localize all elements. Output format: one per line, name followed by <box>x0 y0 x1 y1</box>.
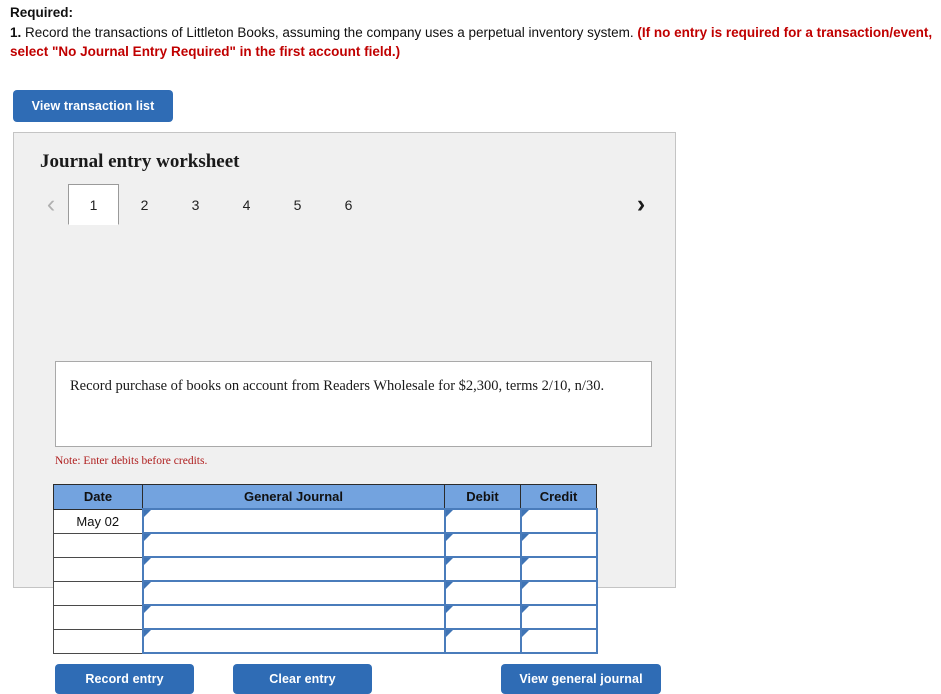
credit-amount-input[interactable] <box>519 532 598 558</box>
clear-entry-button[interactable]: Clear entry <box>233 664 372 694</box>
dropdown-marker-icon <box>143 630 151 637</box>
credit-amount-input[interactable] <box>519 628 598 654</box>
dropdown-marker-icon <box>445 582 453 589</box>
dropdown-marker-icon <box>521 558 529 565</box>
date-cell[interactable] <box>53 532 143 558</box>
credit-amount-input[interactable] <box>519 508 598 534</box>
credit-amount-input[interactable] <box>519 580 598 606</box>
dropdown-marker-icon <box>143 510 151 517</box>
table-row <box>53 532 598 558</box>
required-label: Required: <box>10 5 74 20</box>
dropdown-marker-icon <box>143 582 151 589</box>
table-row <box>53 604 598 630</box>
transaction-description-text: Record purchase of books on account from… <box>70 378 605 394</box>
dropdown-marker-icon <box>445 630 453 637</box>
debit-amount-input[interactable] <box>443 604 522 630</box>
transaction-description-box: Record purchase of books on account from… <box>55 361 652 447</box>
debit-amount-input[interactable] <box>443 532 522 558</box>
tab-1[interactable]: 1 <box>68 184 119 225</box>
debit-amount-input[interactable] <box>443 628 522 654</box>
dropdown-marker-icon <box>445 510 453 517</box>
dropdown-marker-icon <box>143 606 151 613</box>
credit-amount-input[interactable] <box>519 604 598 630</box>
column-header-debit: Debit <box>444 484 521 510</box>
dropdown-marker-icon <box>445 558 453 565</box>
chevron-left-icon[interactable]: ‹ <box>40 184 62 225</box>
general-journal-account-select[interactable] <box>141 532 446 558</box>
view-general-journal-button[interactable]: View general journal <box>501 664 661 694</box>
date-cell[interactable] <box>53 628 143 654</box>
dropdown-marker-icon <box>521 606 529 613</box>
date-cell[interactable] <box>53 580 143 606</box>
tab-2[interactable]: 2 <box>119 184 170 225</box>
tab-4[interactable]: 4 <box>221 184 272 225</box>
tab-6[interactable]: 6 <box>323 184 374 225</box>
worksheet-title: Journal entry worksheet <box>40 151 240 172</box>
general-journal-account-select[interactable] <box>141 604 446 630</box>
debit-amount-input[interactable] <box>443 508 522 534</box>
date-cell[interactable] <box>53 556 143 582</box>
tab-3[interactable]: 3 <box>170 184 221 225</box>
dropdown-marker-icon <box>445 534 453 541</box>
dropdown-marker-icon <box>521 510 529 517</box>
column-header-date: Date <box>53 484 143 510</box>
general-journal-account-select[interactable] <box>141 580 446 606</box>
general-journal-account-select[interactable] <box>141 556 446 582</box>
debits-before-credits-note: Note: Enter debits before credits. <box>55 455 208 467</box>
table-row <box>53 556 598 582</box>
required-instructions: Required: 1. Record the transactions of … <box>10 4 935 61</box>
requirement-number: 1. <box>10 25 22 40</box>
required-statement: 1. Record the transactions of Littleton … <box>10 23 935 61</box>
tab-5[interactable]: 5 <box>272 184 323 225</box>
chevron-right-icon[interactable]: › <box>630 184 652 225</box>
dropdown-marker-icon <box>521 582 529 589</box>
worksheet-tab-strip: ‹ 1 2 3 4 5 6 › <box>40 184 652 225</box>
general-journal-account-select[interactable] <box>141 628 446 654</box>
record-entry-button[interactable]: Record entry <box>55 664 194 694</box>
dropdown-marker-icon <box>521 534 529 541</box>
date-cell[interactable] <box>53 604 143 630</box>
debit-amount-input[interactable] <box>443 556 522 582</box>
dropdown-marker-icon <box>143 534 151 541</box>
journal-entry-worksheet-panel: Journal entry worksheet ‹ 1 2 3 4 5 6 › … <box>13 132 676 694</box>
column-header-general-journal: General Journal <box>142 484 445 510</box>
general-journal-account-select[interactable] <box>141 508 446 534</box>
credit-amount-input[interactable] <box>519 556 598 582</box>
table-row: May 02 <box>53 508 598 534</box>
dropdown-marker-icon <box>445 606 453 613</box>
worksheet-tabs: 1 2 3 4 5 6 <box>68 184 374 225</box>
debit-amount-input[interactable] <box>443 580 522 606</box>
requirement-text: Record the transactions of Littleton Boo… <box>21 25 638 40</box>
table-row <box>53 628 598 654</box>
table-header-row: Date General Journal Debit Credit <box>53 484 597 510</box>
column-header-credit: Credit <box>520 484 597 510</box>
date-cell[interactable]: May 02 <box>53 508 143 534</box>
dropdown-marker-icon <box>143 558 151 565</box>
dropdown-marker-icon <box>521 630 529 637</box>
view-transaction-list-button[interactable]: View transaction list <box>13 90 173 122</box>
table-row <box>53 580 598 606</box>
journal-entry-table: Date General Journal Debit Credit May 02 <box>53 484 598 654</box>
